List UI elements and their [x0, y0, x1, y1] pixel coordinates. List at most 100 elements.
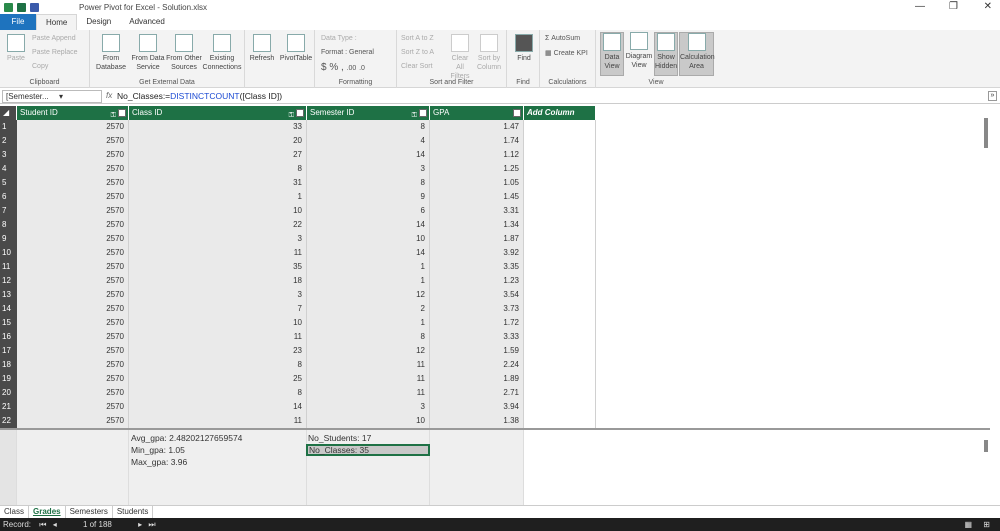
table-row[interactable]: 1 2570 33 8 1.47 [0, 120, 596, 134]
add-column-cell[interactable] [524, 218, 596, 232]
table-cell[interactable]: 4 [307, 134, 430, 148]
sheet-tab-grades[interactable]: Grades [29, 506, 66, 518]
paste-replace-button[interactable]: Paste Replace [32, 49, 78, 56]
table-cell[interactable]: 1 [307, 274, 430, 288]
currency-button[interactable]: $ [321, 62, 327, 73]
pivottable-button[interactable]: PivotTable [279, 34, 313, 63]
table-cell[interactable]: 2570 [17, 414, 129, 428]
table-cell[interactable]: 22 [129, 218, 307, 232]
table-cell[interactable]: 2570 [17, 358, 129, 372]
table-cell[interactable]: 1.45 [430, 190, 524, 204]
table-cell[interactable]: 2570 [17, 344, 129, 358]
column-header-student-id[interactable]: Student ID ⚿ [17, 106, 129, 120]
clear-filters-button[interactable]: Clear All Filters [447, 34, 473, 81]
table-row[interactable]: 11 2570 35 1 3.35 [0, 260, 596, 274]
table-cell[interactable]: 8 [307, 330, 430, 344]
select-all-corner[interactable]: ◢ [0, 106, 17, 120]
table-cell[interactable]: 1.87 [430, 232, 524, 246]
table-cell[interactable]: 11 [129, 414, 307, 428]
table-cell[interactable]: 8 [129, 162, 307, 176]
table-cell[interactable]: 2570 [17, 148, 129, 162]
table-cell[interactable]: 12 [307, 344, 430, 358]
table-cell[interactable]: 2570 [17, 372, 129, 386]
data-view-button[interactable]: Data View [600, 32, 624, 76]
add-column-cell[interactable] [524, 330, 596, 344]
table-cell[interactable]: 1.05 [430, 176, 524, 190]
column-header-semester-id[interactable]: Semester ID ⚿ [307, 106, 430, 120]
row-number[interactable]: 21 [0, 400, 17, 414]
table-cell[interactable]: 18 [129, 274, 307, 288]
table-row[interactable]: 7 2570 10 6 3.31 [0, 204, 596, 218]
row-number[interactable]: 1 [0, 120, 17, 134]
table-cell[interactable]: 1.89 [430, 372, 524, 386]
table-cell[interactable]: 11 [307, 372, 430, 386]
table-cell[interactable]: 25 [129, 372, 307, 386]
sort-az-button[interactable]: Sort A to Z [401, 35, 434, 42]
percent-button[interactable]: % [329, 62, 338, 73]
table-cell[interactable]: 31 [129, 176, 307, 190]
table-cell[interactable]: 3 [307, 400, 430, 414]
measure-max-gpa[interactable]: Max_gpa: 3.96 [131, 457, 187, 467]
add-column-cell[interactable] [524, 288, 596, 302]
table-cell[interactable]: 2570 [17, 274, 129, 288]
table-row[interactable]: 3 2570 27 14 1.12 [0, 148, 596, 162]
add-column-cell[interactable] [524, 246, 596, 260]
table-row[interactable]: 18 2570 8 11 2.24 [0, 358, 596, 372]
formula-input[interactable]: No_Classes:=DISTINCTCOUNT([Class ID]) [117, 90, 282, 103]
name-box[interactable]: [Semester... ▾ [2, 90, 102, 103]
decrease-decimal-button[interactable]: .0 [359, 65, 365, 72]
add-column-cell[interactable] [524, 316, 596, 330]
autosum-button[interactable]: Σ AutoSum [545, 35, 580, 42]
table-cell[interactable]: 14 [307, 218, 430, 232]
table-row[interactable]: 9 2570 3 10 1.87 [0, 232, 596, 246]
table-cell[interactable]: 2570 [17, 204, 129, 218]
add-column-cell[interactable] [524, 274, 596, 288]
row-number[interactable]: 8 [0, 218, 17, 232]
add-column-cell[interactable] [524, 134, 596, 148]
grid-scrollbar[interactable] [984, 118, 988, 148]
table-cell[interactable]: 2570 [17, 176, 129, 190]
row-number[interactable]: 7 [0, 204, 17, 218]
table-cell[interactable]: 3.94 [430, 400, 524, 414]
sort-za-button[interactable]: Sort Z to A [401, 49, 434, 56]
table-row[interactable]: 12 2570 18 1 1.23 [0, 274, 596, 288]
row-number[interactable]: 6 [0, 190, 17, 204]
table-cell[interactable]: 14 [307, 148, 430, 162]
table-cell[interactable]: 3 [307, 162, 430, 176]
table-cell[interactable]: 6 [307, 204, 430, 218]
column-header-gpa[interactable]: GPA [430, 106, 524, 120]
restore-icon[interactable]: ❐ [949, 1, 958, 12]
measure-no-classes[interactable]: No_Classes: 35 [306, 444, 430, 456]
row-number[interactable]: 22 [0, 414, 17, 428]
table-cell[interactable]: 3.73 [430, 302, 524, 316]
add-column-cell[interactable] [524, 162, 596, 176]
row-number[interactable]: 20 [0, 386, 17, 400]
table-cell[interactable]: 2570 [17, 260, 129, 274]
table-cell[interactable]: 1 [129, 190, 307, 204]
copy-button[interactable]: Copy [32, 63, 48, 70]
table-row[interactable]: 8 2570 22 14 1.34 [0, 218, 596, 232]
row-number[interactable]: 19 [0, 372, 17, 386]
table-row[interactable]: 10 2570 11 14 3.92 [0, 246, 596, 260]
data-type-dropdown[interactable]: Data Type : [321, 35, 357, 42]
add-column-cell[interactable] [524, 120, 596, 134]
table-cell[interactable]: 3.92 [430, 246, 524, 260]
filter-dropdown-icon[interactable] [296, 109, 304, 117]
grid-view-icon[interactable]: ▦ [964, 518, 972, 531]
table-cell[interactable]: 1.72 [430, 316, 524, 330]
next-record-button[interactable]: ▸ [138, 520, 142, 529]
row-number[interactable]: 10 [0, 246, 17, 260]
table-row[interactable]: 16 2570 11 8 3.33 [0, 330, 596, 344]
close-icon[interactable]: ✕ [984, 1, 992, 12]
table-row[interactable]: 13 2570 3 12 3.54 [0, 288, 596, 302]
add-column-cell[interactable] [524, 358, 596, 372]
paste-append-button[interactable]: Paste Append [32, 35, 76, 42]
table-cell[interactable]: 3.31 [430, 204, 524, 218]
table-cell[interactable]: 8 [307, 120, 430, 134]
filter-dropdown-icon[interactable] [419, 109, 427, 117]
table-cell[interactable]: 3.54 [430, 288, 524, 302]
from-other-sources-button[interactable]: From Other Sources [166, 34, 202, 72]
measure-avg-gpa[interactable]: Avg_gpa: 2.48202127659574 [131, 433, 242, 443]
show-hidden-button[interactable]: Show Hidden [654, 32, 678, 76]
table-cell[interactable]: 2570 [17, 162, 129, 176]
